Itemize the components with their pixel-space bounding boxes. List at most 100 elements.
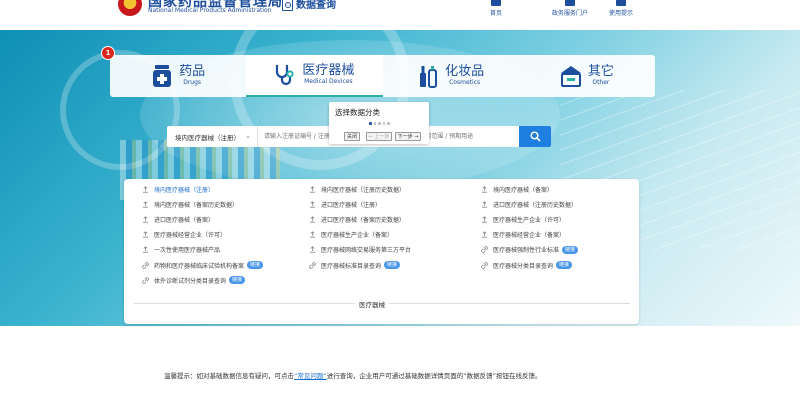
tab-medical-devices[interactable]: 医疗器械 Medical Devices: [246, 55, 383, 97]
link-badge: 链接: [384, 261, 401, 269]
tab-cosmetics-cn: 化妆品: [445, 64, 485, 79]
data-query-icon: [282, 0, 293, 11]
home-icon: [491, 0, 501, 6]
link-icon: [481, 261, 488, 269]
nav-home-label: 首页: [489, 10, 502, 17]
faq-link[interactable]: “常见问题”: [294, 372, 327, 380]
link-icon: [481, 246, 488, 254]
tip-suffix: 进行查询，企业用户可通过基础数据详情页面的“数据反馈”按钮在线反馈。: [326, 372, 542, 380]
list-item-label: 医疗器械生产企业（许可）: [493, 217, 566, 225]
list-item-label: 医疗器械强制性行业标准: [493, 247, 560, 255]
list-item-label: 医疗器械网络交易服务第三方平台: [321, 247, 412, 255]
link-badge: 链接: [556, 261, 573, 269]
list-item-label: 药物和医疗器械临床试验机构备案: [154, 262, 245, 270]
list-item-label: 医疗器械经营企业（备案）: [493, 232, 566, 240]
list-item-label: 境内医疗器械（注册）: [154, 187, 215, 194]
list-item[interactable]: 一次性使用医疗器械产品: [142, 245, 220, 254]
tip-prefix: 温馨提示：如对基础数据信息有疑问，可点击: [164, 372, 294, 380]
tab-cosmetics-en: Cosmetics: [449, 79, 481, 86]
list-item[interactable]: 医疗器械生产企业（许可）: [481, 215, 565, 224]
list-item[interactable]: 医疗器械网络交易服务第三方平台: [309, 245, 411, 254]
chevron-down-icon: ⌄: [245, 132, 251, 140]
list-item[interactable]: 境内医疗器械（注册历史数据）: [309, 185, 405, 194]
nav-home[interactable]: 首页: [471, 0, 521, 17]
list-item[interactable]: 境内医疗器械（备案历史数据）: [142, 200, 238, 209]
emblem-logo: [118, 0, 142, 16]
list-item-label: 医疗器械分类目录查询: [493, 262, 554, 270]
link-icon: [142, 261, 149, 269]
category-select[interactable]: 境内医疗器械（注册） ⌄: [167, 126, 258, 147]
link-badge: 链接: [562, 245, 579, 254]
data-category-list: 境内医疗器械（注册） 境内医疗器械（注册历史数据） 境内医疗器械（备案） 境内医疗器械…: [124, 179, 639, 324]
popup-step-dots: [369, 122, 390, 125]
list-item[interactable]: 进口医疗器械（注册）: [309, 200, 381, 209]
nav-portal[interactable]: 政务服务门户: [545, 0, 595, 17]
list-item-label: 医疗器械标准目录查询: [321, 262, 382, 270]
upload-icon: [309, 186, 316, 193]
tab-devices-en: Medical Devices: [304, 78, 353, 85]
list-item-label: 进口医疗器械（备案）: [154, 217, 215, 225]
list-item[interactable]: 进口医疗器械（注册历史数据）: [481, 200, 577, 209]
popup-next-button[interactable]: 下一步 →: [395, 132, 421, 141]
list-item[interactable]: 境内医疗器械（备案）: [481, 185, 553, 194]
list-item-label: 境内医疗器械（注册历史数据）: [321, 187, 406, 194]
guide-popup: 选择数据分类 关闭 ← 上一步 下一步 →: [329, 102, 429, 144]
panel-footer-label: 医疗器械: [355, 299, 389, 309]
upload-icon: [142, 216, 149, 223]
upload-icon: [142, 231, 149, 238]
upload-icon: [309, 231, 316, 238]
tab-other-cn: 其它: [587, 64, 614, 79]
list-item[interactable]: 药物和医疗器械临床试验机构备案 链接: [142, 261, 264, 270]
tip-text: 温馨提示：如对基础数据信息有疑问，可点击“常见问题”进行查询，企业用户可通过基础…: [164, 370, 542, 380]
nav-portal-label: 政务服务门户: [551, 10, 588, 17]
nav-guide-label: 使用提示: [608, 10, 633, 17]
upload-icon: [142, 201, 149, 208]
upload-icon: [142, 246, 149, 253]
link-icon: [142, 276, 149, 284]
tab-drugs[interactable]: 药品 Drugs: [110, 55, 246, 97]
list-item-label: 医疗器械经营企业（许可）: [154, 232, 227, 240]
upload-icon: [481, 231, 488, 238]
list-item-label: 进口医疗器械（备案历史数据）: [321, 217, 406, 225]
upload-icon: [142, 186, 149, 193]
link-badge: 链接: [229, 276, 246, 285]
link-icon: [309, 261, 316, 269]
tab-devices-cn: 医疗器械: [302, 63, 355, 78]
stethoscope-icon: [274, 63, 296, 87]
list-item[interactable]: 境内医疗器械（注册）: [142, 185, 214, 194]
nav-guide[interactable]: 使用提示: [596, 0, 646, 17]
list-item[interactable]: 医疗器械经营企业（备案）: [481, 230, 565, 239]
list-item[interactable]: 医疗器械强制性行业标准 链接: [481, 245, 579, 255]
list-item[interactable]: 医疗器械标准目录查询 链接: [309, 261, 401, 270]
popup-prev-button[interactable]: ← 上一步: [366, 132, 392, 141]
upload-icon: [481, 216, 488, 223]
upload-icon: [481, 201, 488, 208]
list-item-label: 体外诊断试剂分类目录查询: [154, 277, 227, 285]
list-item[interactable]: 进口医疗器械（备案历史数据）: [309, 215, 405, 224]
drug-icon: [151, 64, 173, 88]
tab-other-en: Other: [592, 79, 610, 86]
list-item[interactable]: 医疗器械生产企业（备案）: [309, 230, 393, 239]
list-item-label: 医疗器械生产企业（备案）: [321, 232, 394, 240]
search-button[interactable]: [519, 126, 551, 147]
list-item[interactable]: 医疗器械经营企业（许可）: [142, 230, 226, 239]
tab-cosmetics[interactable]: 化妆品 Cosmetics: [383, 55, 519, 97]
list-item[interactable]: 进口医疗器械（备案）: [142, 215, 214, 224]
list-item[interactable]: 体外诊断试剂分类目录查询 链接: [142, 276, 246, 285]
cosmetics-icon: [417, 64, 439, 88]
list-item-label: 进口医疗器械（注册历史数据）: [493, 202, 578, 210]
site-header: 国家药品监督管理局 National Medical Products Admi…: [0, 0, 800, 30]
other-icon: [560, 64, 582, 88]
category-tabs: 药品 Drugs 医疗器械 Medical Devices 化妆品 Cosmet…: [110, 55, 655, 97]
tab-other[interactable]: 其它 Other: [519, 55, 655, 97]
list-item[interactable]: 医疗器械分类目录查询 链接: [481, 261, 573, 270]
upload-icon: [309, 216, 316, 223]
upload-icon: [309, 246, 316, 253]
list-item-label: 境内医疗器械（备案）: [493, 187, 554, 194]
data-query-title: 数据查询: [296, 0, 336, 11]
popup-close-button[interactable]: 关闭: [344, 132, 360, 141]
notification-badge[interactable]: 1: [101, 46, 115, 60]
portal-icon: [565, 0, 575, 6]
list-item-label: 进口医疗器械（注册）: [321, 202, 382, 210]
upload-icon: [309, 201, 316, 208]
